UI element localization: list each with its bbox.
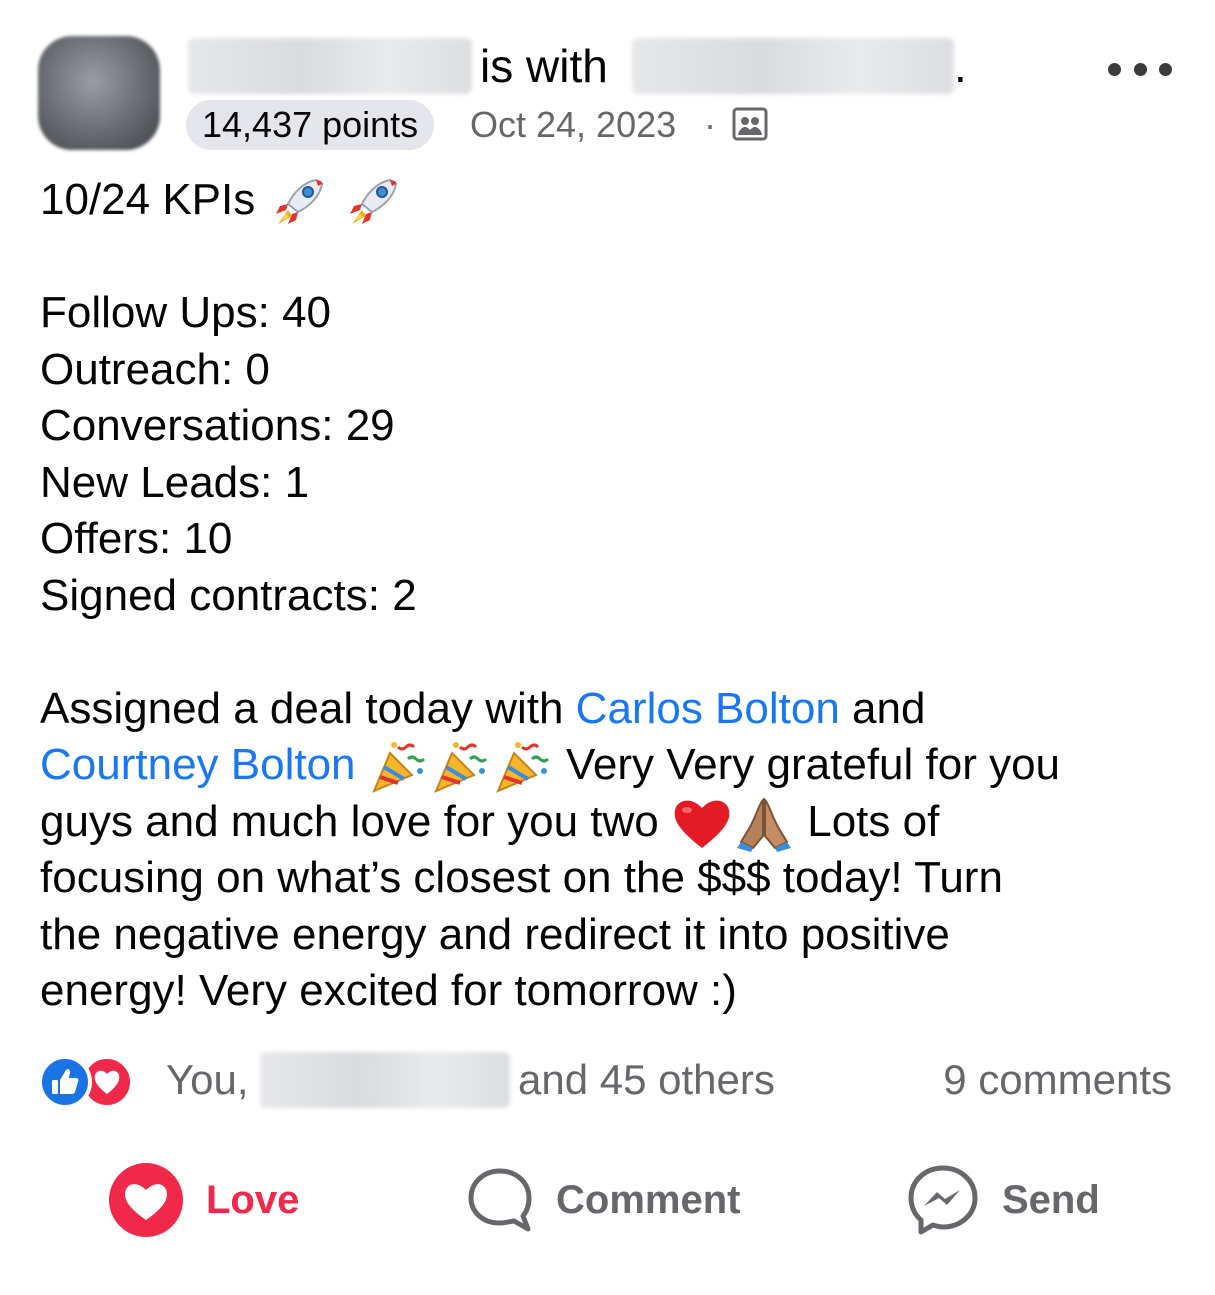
stat-line: New Leads: 1 [40, 457, 310, 507]
body-text-segment: Lots of [795, 796, 940, 846]
stat-line: Follow Ups: 40 [40, 288, 332, 337]
paragraph-line: energy! Very excited for tomorrow :) [40, 966, 737, 1015]
header-period: . [954, 40, 967, 92]
paragraph-line: guys and much love for you two Lots of [40, 794, 1190, 852]
messenger-icon [908, 1165, 978, 1235]
send-button[interactable]: Send [906, 1160, 1100, 1240]
mention-link[interactable]: Carlos Bolton [576, 684, 840, 733]
party-popper-icon [433, 742, 487, 794]
red-heart-icon [674, 800, 730, 848]
reactors-you: You, [166, 1056, 249, 1103]
reactions-bar[interactable]: You, and 45 others 9 comments [38, 1052, 1188, 1109]
avatar[interactable] [38, 36, 160, 150]
post-header: is with . 14,437 points Oct 24, 2023 · [0, 0, 1215, 170]
paragraph-line: Courtney Bolton Very Very grateful for y… [40, 737, 1190, 794]
body-text-segment: and [839, 683, 926, 733]
comment-button[interactable]: Comment [466, 1160, 740, 1240]
reactors-others[interactable]: and 45 others [518, 1052, 775, 1108]
body-text-segment: Assigned a deal today with [40, 683, 576, 733]
points-badge: 14,437 points [186, 100, 435, 150]
love-label: Love [206, 1177, 300, 1222]
action-bar: Love Comment Send [0, 1150, 1215, 1250]
rocket-icon [349, 179, 397, 225]
tagged-person-blurred[interactable] [632, 38, 954, 94]
party-popper-icon [495, 742, 549, 794]
comment-icon [468, 1168, 532, 1232]
stat-line: Conversations: 29 [40, 401, 395, 450]
body-text-segment: guys and much love for you two [40, 796, 671, 846]
stat-line: Offers: 10 [40, 514, 233, 563]
love-button[interactable]: Love [108, 1160, 299, 1240]
reactor-names-blurred [260, 1052, 510, 1108]
group-audience-icon [732, 107, 768, 141]
paragraph-line: the negative energy and redirect it into… [40, 909, 950, 959]
post-body: 10/24 KPIs Follow Ups: 40 Outreach: 0 Co… [40, 172, 1190, 1020]
party-popper-icon [371, 742, 425, 794]
folded-hands-icon [737, 797, 791, 852]
more-options-icon[interactable] [1108, 54, 1172, 84]
kpi-heading: 10/24 KPIs [40, 175, 256, 224]
meta-separator: · [704, 104, 716, 145]
post-date[interactable]: Oct 24, 2023 [470, 100, 676, 150]
paragraph-line: Assigned a deal today with Carlos Bolton… [40, 681, 1190, 738]
mention-link[interactable]: Courtney Bolton [40, 740, 356, 789]
kpi-heading-line: 10/24 KPIs [40, 172, 1190, 229]
author-name-blurred[interactable] [188, 38, 472, 94]
like-reaction-icon [38, 1055, 92, 1109]
paragraph-line: focusing on what’s closest on the $$$ to… [40, 853, 1003, 902]
body-text-segment: Very Very grateful for you [553, 740, 1061, 789]
comment-label: Comment [556, 1177, 741, 1222]
comment-count[interactable]: 9 comments [943, 1052, 1172, 1108]
tagged-with-text: is with [480, 40, 608, 92]
rocket-icon [275, 179, 323, 225]
stat-line: Outreach: 0 [40, 344, 270, 394]
stat-line: Signed contracts: 2 [40, 570, 417, 620]
love-icon [109, 1163, 183, 1237]
send-label: Send [1002, 1177, 1100, 1222]
